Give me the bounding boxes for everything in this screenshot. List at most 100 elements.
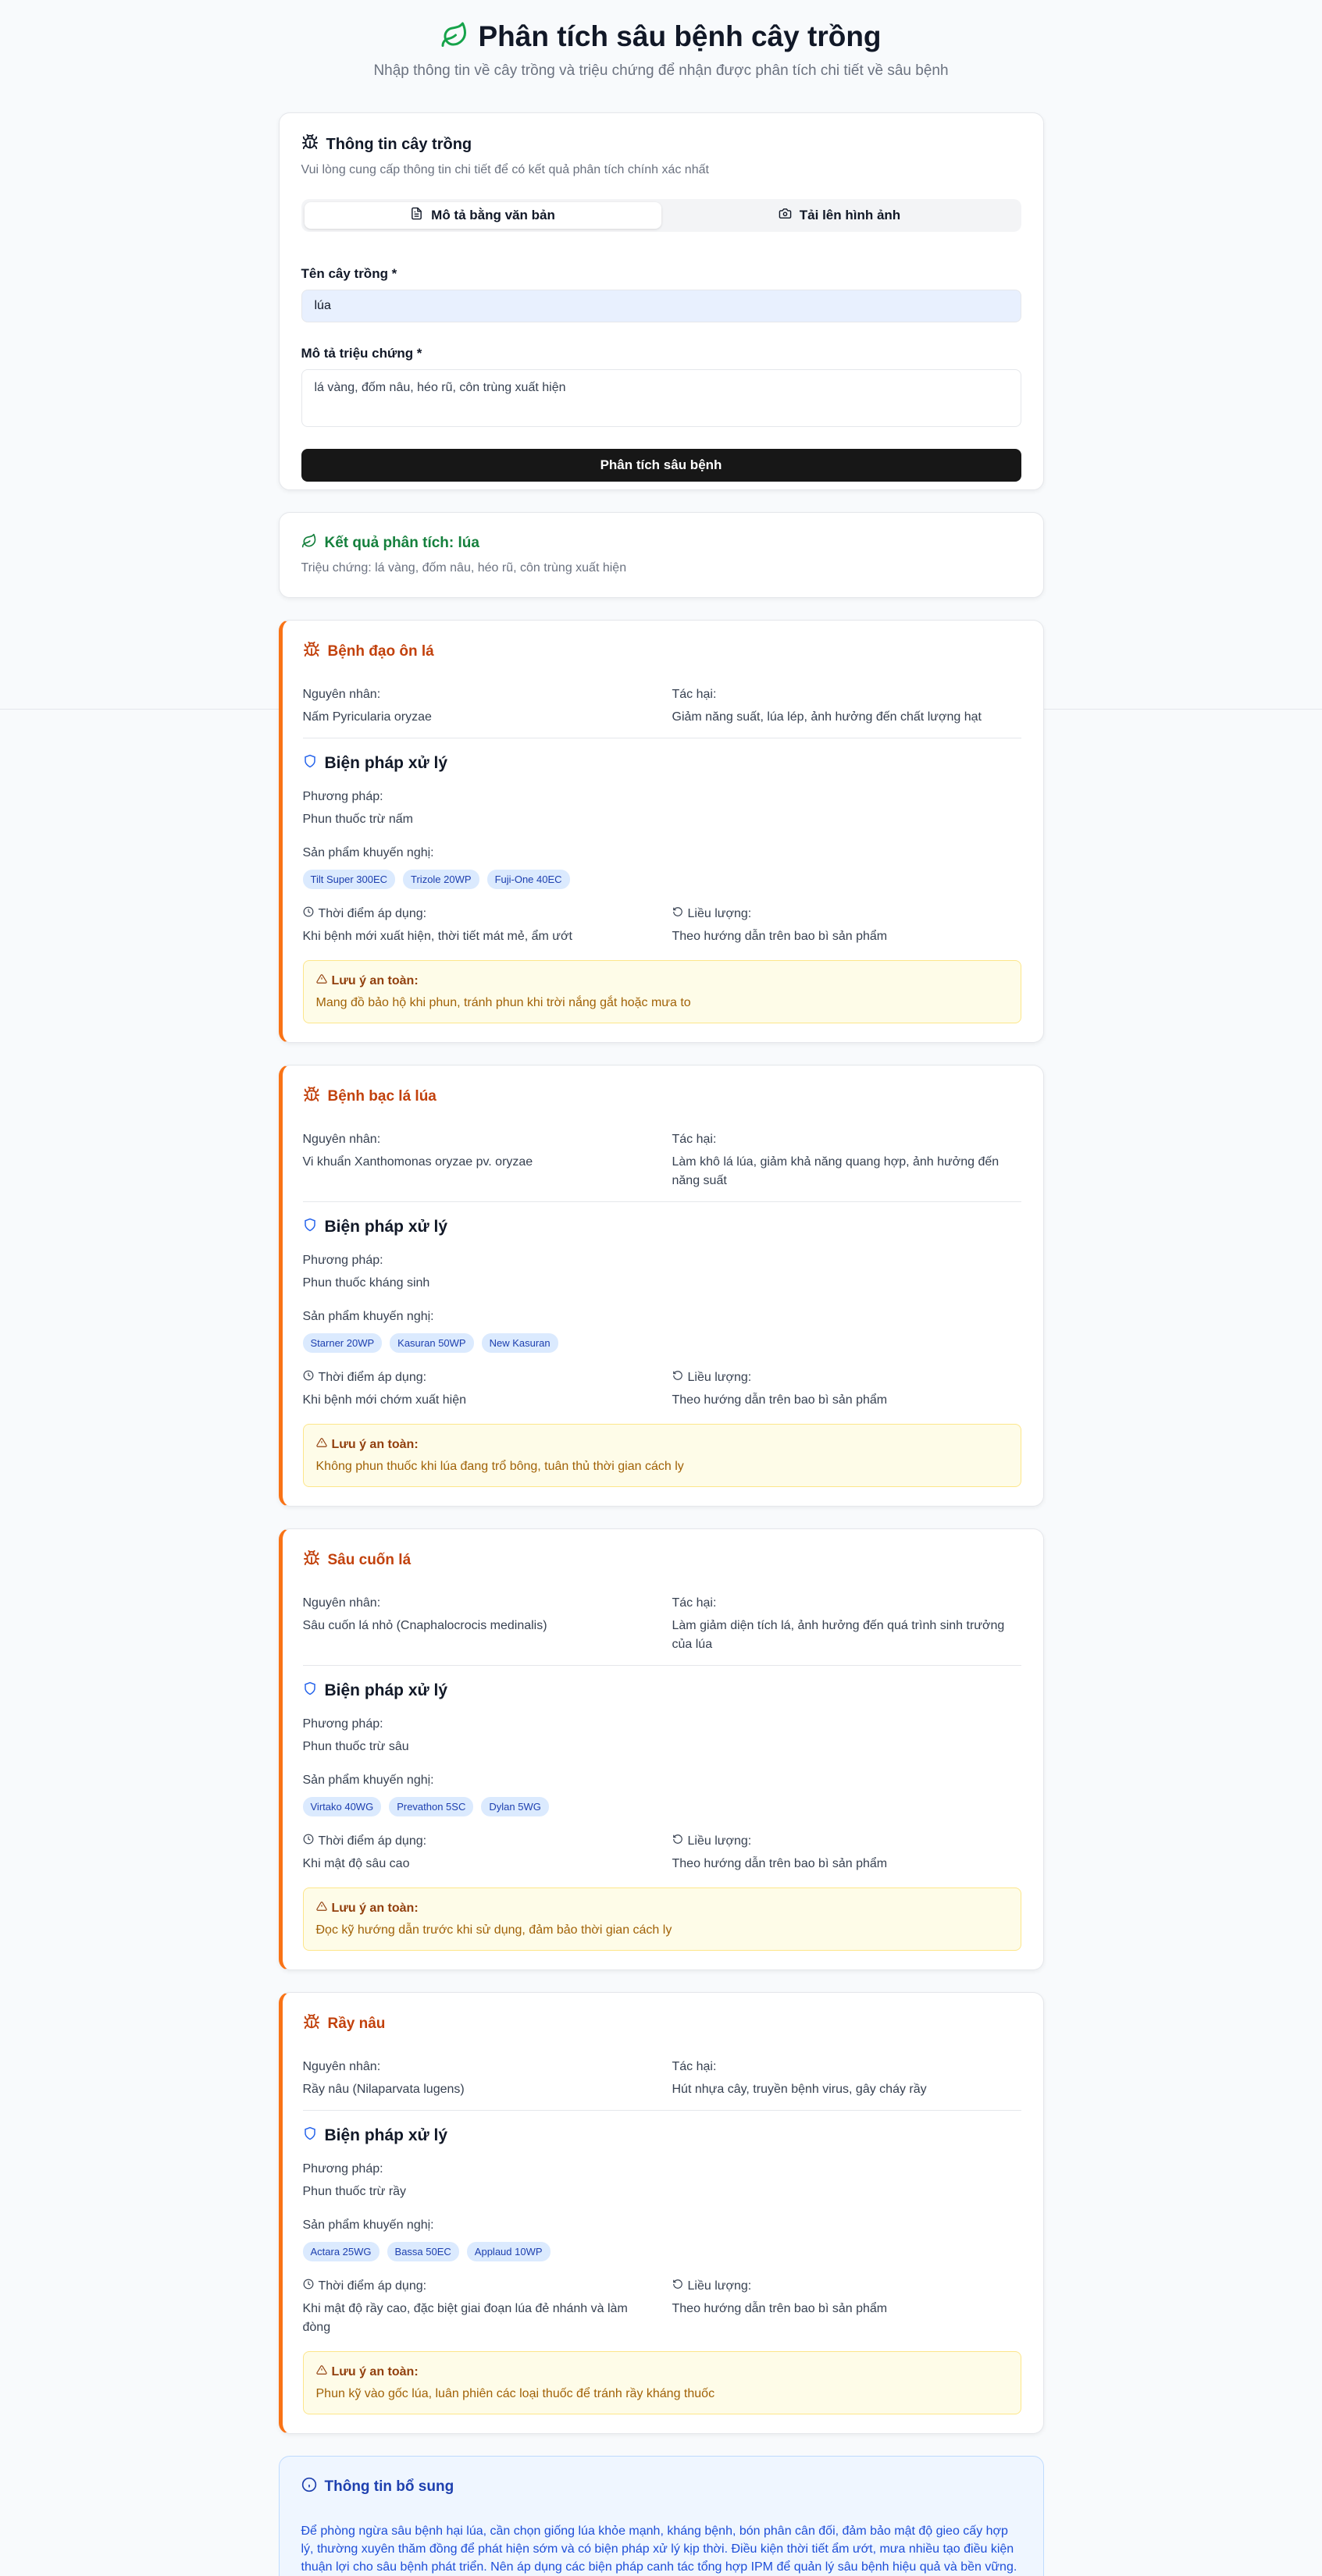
safety-value: Phun kỹ vào gốc lúa, luân phiên các loại… (315, 2387, 715, 2400)
pest-name: Rầy nâu (327, 2016, 386, 2032)
cause-harm-grid: Nguyên nhân: Vi khuẩn Xanthomonas oryzae… (303, 1133, 1021, 1190)
result-subtitle: Triệu chứng: lá vàng, đốm nâu, héo rũ, c… (301, 561, 627, 575)
pest-card: Bệnh đạo ôn lá Nguyên nhân: Nấm Pyricula… (278, 620, 1044, 1043)
dosage-value: Theo hướng dẫn trên bao bì sản phẩm (672, 1393, 888, 1407)
pest-name: Sâu cuốn lá (327, 1552, 412, 1568)
safety-title-row: Lưu ý an toàn: (315, 2364, 1008, 2379)
safety-title-row: Lưu ý an toàn: (315, 973, 1008, 988)
product-tags: Tilt Super 300EC Trizole 20WP Fuji-One 4… (302, 870, 1021, 889)
pest-card: Sâu cuốn lá Nguyên nhân: Sâu cuốn lá nhỏ… (278, 1528, 1044, 1970)
clock-icon (303, 1370, 314, 1385)
info-text: Để phòng ngừa sâu bệnh hại lúa, cần chọn… (301, 2524, 1017, 2574)
file-text-icon (410, 207, 423, 224)
treatment-title: Biện pháp xử lý (324, 754, 448, 772)
dosage-block: Liều lượng: Theo hướng dẫn trên bao bì s… (672, 2279, 1021, 2337)
timing-block: Thời điểm áp dụng: Khi mật độ sâu cao (303, 1834, 652, 1873)
product-tag: Starner 20WP (302, 1333, 383, 1353)
harm-label: Tác hại: (672, 1133, 717, 1146)
timing-dosage-grid: Thời điểm áp dụng: Khi mật độ rầy cao, đ… (303, 2279, 1021, 2337)
warning-icon (315, 1901, 327, 1916)
harm-label: Tác hại: (672, 688, 717, 701)
product-tag: Virtako 40WG (302, 1797, 382, 1816)
bug-icon (303, 641, 320, 663)
harm-label: Tác hại: (672, 1596, 717, 1610)
treatment-title-row: Biện pháp xử lý (303, 754, 1021, 773)
treatment-title-row: Biện pháp xử lý (303, 1681, 1021, 1700)
shield-icon (303, 1681, 317, 1700)
method-block: Phương pháp: Phun thuốc trừ nấm (303, 790, 1021, 829)
dosage-value: Theo hướng dẫn trên bao bì sản phẩm (672, 930, 888, 943)
leaf-icon (301, 533, 317, 553)
bug-icon (303, 2013, 320, 2035)
bug-icon (303, 1086, 320, 1108)
safety-label: Lưu ý an toàn: (331, 1901, 419, 1915)
method-label: Phương pháp: (302, 790, 383, 803)
timing-dosage-grid: Thời điểm áp dụng: Khi bệnh mới chớm xuấ… (303, 1370, 1021, 1410)
symptom-textarea[interactable]: lá vàng, đốm nâu, héo rũ, côn trùng xuất… (301, 369, 1021, 427)
pest-name: Bệnh đạo ôn lá (327, 643, 434, 660)
timing-label: Thời điểm áp dụng: (318, 2279, 427, 2293)
clock-icon (303, 2279, 314, 2293)
safety-title-row: Lưu ý an toàn: (315, 1437, 1008, 1452)
products-label: Sản phẩm khuyến nghị: (302, 1310, 434, 1323)
safety-label: Lưu ý an toàn: (331, 1437, 419, 1451)
product-tag: New Kasuran (481, 1333, 558, 1353)
camera-icon (779, 207, 792, 224)
tab-text-description[interactable]: Mô tả bằng văn bản (304, 202, 661, 229)
cause-value: Vi khuẩn Xanthomonas oryzae pv. oryzae (302, 1155, 533, 1169)
page-title-row: Phân tích sâu bệnh cây trồng (279, 20, 1044, 53)
method-label: Phương pháp: (302, 1254, 383, 1267)
timing-block: Thời điểm áp dụng: Khi mật độ rầy cao, đ… (303, 2279, 652, 2337)
dosage-value: Theo hướng dẫn trên bao bì sản phẩm (672, 1857, 888, 1870)
rotate-icon (672, 1370, 683, 1385)
safety-title-row: Lưu ý an toàn: (315, 1901, 1008, 1916)
page-header: Phân tích sâu bệnh cây trồng Nhập thông … (279, 20, 1044, 112)
harm-block: Tác hại: Làm khô lá lúa, giảm khả năng q… (672, 1133, 1021, 1190)
leaf-icon (440, 21, 469, 53)
dosage-value: Theo hướng dẫn trên bao bì sản phẩm (672, 2302, 888, 2315)
additional-info: Thông tin bổ sung Để phòng ngừa sâu bệnh… (278, 2456, 1044, 2576)
treatment-title-row: Biện pháp xử lý (303, 1218, 1021, 1236)
harm-block: Tác hại: Làm giảm diện tích lá, ảnh hưởn… (672, 1596, 1021, 1654)
shield-icon (303, 1218, 317, 1236)
crop-name-input[interactable]: lúa (301, 290, 1021, 322)
timing-dosage-grid: Thời điểm áp dụng: Khi bệnh mới xuất hiệ… (303, 906, 1021, 946)
result-title: Kết quả phân tích: lúa (324, 535, 479, 551)
product-tag: Prevathon 5SC (389, 1797, 474, 1816)
rotate-icon (672, 906, 683, 921)
timing-label-row: Thời điểm áp dụng: (303, 1834, 652, 1848)
bug-icon (303, 1550, 320, 1571)
cause-value: Sâu cuốn lá nhỏ (Cnaphalocrocis medinali… (302, 1619, 547, 1632)
treatment-title-row: Biện pháp xử lý (303, 2126, 1021, 2145)
cause-label: Nguyên nhân: (302, 1596, 381, 1610)
warning-icon (315, 1437, 327, 1452)
timing-block: Thời điểm áp dụng: Khi bệnh mới chớm xuấ… (303, 1370, 652, 1410)
harm-value: Hút nhựa cây, truyền bệnh virus, gây chá… (672, 2083, 927, 2096)
pest-title-row: Bệnh đạo ôn lá (303, 641, 1021, 663)
timing-block: Thời điểm áp dụng: Khi bệnh mới xuất hiệ… (303, 906, 652, 946)
timing-value: Khi bệnh mới xuất hiện, thời tiết mát mẻ… (302, 930, 572, 943)
bug-icon (301, 133, 319, 155)
product-tag: Fuji-One 40EC (486, 870, 570, 889)
timing-value: Khi mật độ rầy cao, đặc biệt giai đoạn l… (302, 2302, 628, 2334)
cause-value: Rầy nâu (Nilaparvata lugens) (302, 2083, 465, 2096)
products-label: Sản phẩm khuyến nghị: (302, 846, 434, 859)
tab-label: Mô tả bằng văn bản (431, 208, 555, 222)
timing-value: Khi mật độ sâu cao (302, 1857, 410, 1870)
pest-name: Bệnh bạc lá lúa (327, 1088, 437, 1105)
product-tag: Bassa 50EC (387, 2242, 459, 2261)
treatment-title: Biện pháp xử lý (324, 2126, 448, 2144)
symptom-label: Mô tả triệu chứng * (301, 346, 422, 361)
cause-label: Nguyên nhân: (302, 688, 381, 701)
cause-harm-grid: Nguyên nhân: Rầy nâu (Nilaparvata lugens… (303, 2060, 1021, 2099)
tab-upload-image[interactable]: Tải lên hình ảnh (661, 202, 1018, 229)
dosage-label: Liều lượng: (687, 906, 752, 920)
safety-value: Mang đồ bảo hộ khi phun, tránh phun khi … (315, 996, 691, 1009)
products-block: Sản phẩm khuyến nghị: Virtako 40WG Preva… (302, 1774, 1021, 1816)
timing-label: Thời điểm áp dụng: (318, 1834, 427, 1848)
method-block: Phương pháp: Phun thuốc trừ sâu (303, 1717, 1021, 1756)
product-tag: Kasuran 50WP (390, 1333, 474, 1353)
pest-card: Bệnh bạc lá lúa Nguyên nhân: Vi khuẩn Xa… (278, 1065, 1044, 1507)
analyze-button[interactable]: Phân tích sâu bệnh (301, 449, 1021, 482)
info-icon (301, 2477, 317, 2497)
